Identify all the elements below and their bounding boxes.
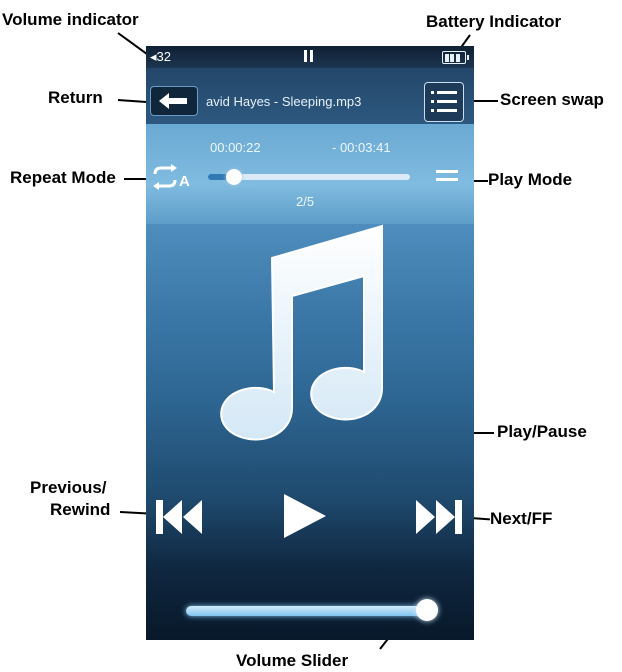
play-mode-callout: Play Mode [488,170,573,189]
album-art [202,218,402,453]
seek-bar[interactable] [208,169,410,185]
remaining-time: - 00:03:41 [332,140,391,155]
transport-controls [146,476,474,556]
play-pause-button[interactable] [282,494,326,543]
battery-icon [442,51,469,64]
music-note-icon [220,224,383,441]
volume-slider[interactable] [186,599,438,621]
play-icon [284,494,326,538]
track-counter: 2/5 [296,194,315,209]
volume-slider-thumb[interactable] [415,599,438,621]
seek-bar-fill [208,174,229,180]
screen-swap-button[interactable] [424,82,464,122]
previous-button[interactable] [156,500,202,539]
return-callout: Return [48,88,103,107]
title-bar: avid Hayes - Sleeping.mp3 [146,68,474,124]
seek-bar-thumb[interactable] [226,169,243,185]
list-icon [431,91,457,112]
progress-panel: 00:00:22 - 00:03:41 A 2/5 [146,124,474,224]
previous-rewind-callout-line1: Previous/ [30,478,107,497]
play-mode-button[interactable] [436,168,460,189]
sequential-icon [436,170,458,181]
battery-indicator-callout: Battery Indicator [426,12,562,31]
next-ff-callout: Next/FF [490,509,553,528]
volume-indicator-callout: Volume indicator [2,10,139,29]
svg-text:A: A [179,173,190,190]
repeat-mode-button[interactable]: A [152,164,194,195]
status-bar: ◂32 [146,46,474,68]
back-arrow-icon [159,93,187,109]
screen-swap-callout: Screen swap [500,90,604,109]
player-screen: ◂32 avid Hayes - Sleeping.mp3 00:00:22 -… [146,46,474,640]
play-pause-callout: Play/Pause [497,422,587,441]
pause-icon [304,50,314,62]
volume-level: 32 [156,49,171,64]
song-title: avid Hayes - Sleeping.mp3 [206,94,362,109]
repeat-mode-callout: Repeat Mode [10,168,116,187]
previous-rewind-callout-line2: Rewind [50,500,111,519]
return-button[interactable] [150,86,198,116]
repeat-a-icon: A [153,164,190,190]
volume-indicator: ◂32 [150,49,171,65]
next-icon [416,500,462,534]
volume-slider-callout: Volume Slider [236,651,349,670]
elapsed-time: 00:00:22 [210,140,261,155]
previous-icon [156,500,202,534]
next-button[interactable] [416,500,462,539]
